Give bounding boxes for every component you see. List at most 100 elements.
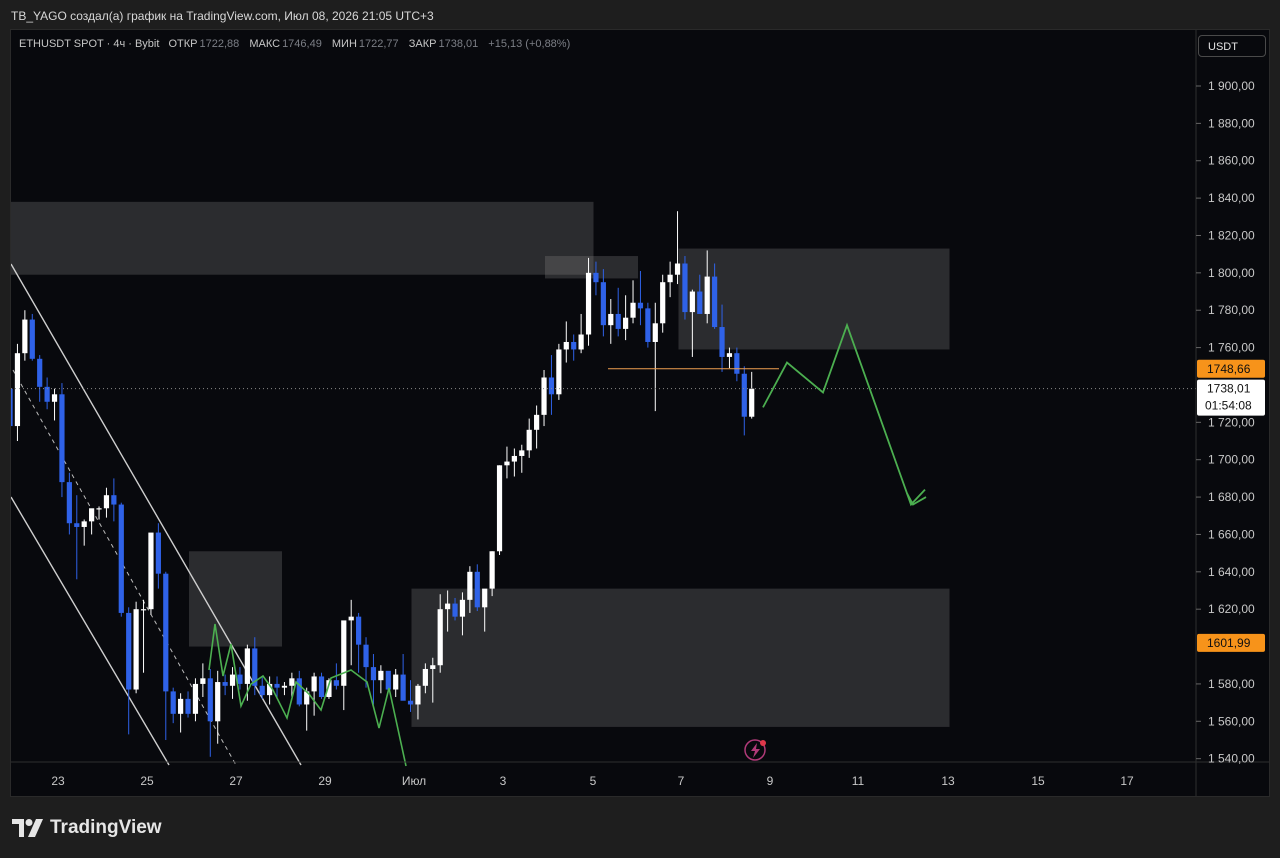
candle-body[interactable] [140,609,147,611]
candle-body[interactable] [259,685,265,696]
candle-body[interactable] [378,670,384,681]
candle-body[interactable] [281,685,288,688]
candle-body[interactable] [356,616,362,645]
candle-body[interactable] [697,291,703,314]
candle-body[interactable] [660,282,666,324]
zone-rect-1[interactable] [189,551,282,647]
candle-body[interactable] [393,674,399,690]
candle-body[interactable] [237,674,243,684]
candle-body[interactable] [541,377,547,415]
candle-body[interactable] [593,272,599,283]
candle-body[interactable] [630,302,636,318]
candle-body[interactable] [178,698,184,714]
candle-body[interactable] [222,682,228,686]
candle-body[interactable] [385,670,391,690]
candle-body[interactable] [623,317,629,329]
candle-body[interactable] [741,373,747,417]
candle-body[interactable] [185,698,191,714]
candle-body[interactable] [563,341,569,350]
candle-body[interactable] [333,680,339,686]
candle-body[interactable] [712,276,718,328]
candle-body[interactable] [452,603,458,617]
price-chart[interactable]: 1 900,00 1 880,00 1 860,00 1 840,00 1 820,00… [11,30,1269,796]
candle-body[interactable] [422,668,428,686]
candle-body[interactable] [200,678,206,684]
candle-body[interactable] [170,691,176,714]
candle-body[interactable] [407,700,414,705]
candle-body[interactable] [652,323,658,342]
candle-body[interactable] [734,353,740,374]
candle-body[interactable] [155,532,161,574]
candle-body[interactable] [363,644,369,668]
forecast-path[interactable] [762,322,926,507]
candle-body[interactable] [682,263,688,313]
tradingview-logo[interactable]: TradingView [12,815,162,841]
candle-body[interactable] [726,353,733,357]
candle-body[interactable] [22,319,28,354]
candle-body[interactable] [96,508,102,510]
candle-body[interactable] [11,388,13,427]
candle-body[interactable] [615,313,621,329]
candle-body[interactable] [467,571,473,600]
candle-body[interactable] [445,603,451,610]
candle-body[interactable] [341,620,347,686]
candle-body[interactable] [207,678,213,722]
candle-body[interactable] [415,685,421,705]
candle-body[interactable] [600,282,606,326]
candle-body[interactable] [519,450,525,456]
candle-body[interactable] [489,551,495,589]
candle-body[interactable] [133,609,139,690]
candle-body[interactable] [504,461,510,466]
candle-body[interactable] [318,676,325,697]
candle-body[interactable] [29,319,35,359]
candle-body[interactable] [608,313,614,326]
candle-body[interactable] [59,394,65,483]
candle-body[interactable] [163,573,169,692]
candle-body[interactable] [474,571,480,608]
candle-body[interactable] [526,429,532,451]
candle-body[interactable] [534,414,540,430]
zone-rect-0[interactable] [11,201,594,275]
candle-body[interactable] [719,327,725,357]
candle-body[interactable] [51,394,58,402]
candle-body[interactable] [89,508,95,522]
candle-body[interactable] [749,388,755,417]
candle-body[interactable] [585,272,592,335]
candle-body[interactable] [126,612,132,690]
candle-body[interactable] [548,377,555,395]
candle-body[interactable] [511,455,517,462]
currency-button[interactable]: USDT [1198,35,1266,57]
candle-body[interactable] [215,682,221,722]
candle-body[interactable] [556,349,562,395]
zone-rect-3[interactable] [678,248,950,350]
zone-rect-2[interactable] [411,588,950,727]
candle-body[interactable] [637,302,644,309]
candle-body[interactable] [118,504,124,613]
candle-body[interactable] [192,683,199,714]
candle-body[interactable] [645,308,651,342]
candle-body[interactable] [667,274,673,283]
candle-body[interactable] [704,276,710,314]
candle-body[interactable] [311,676,317,692]
candle-body[interactable] [74,523,80,527]
candle-body[interactable] [571,341,577,350]
candle-body[interactable] [482,588,488,608]
candle-body[interactable] [400,674,406,701]
candle-body[interactable] [348,616,354,621]
candle-body[interactable] [296,678,302,705]
candle-body[interactable] [37,358,43,387]
chart-area[interactable]: 1 900,00 1 880,00 1 860,00 1 840,00 1 820,00… [10,29,1270,797]
channel-upper-line[interactable] [11,263,302,766]
candle-body[interactable] [14,353,21,427]
candle-body[interactable] [111,495,117,505]
candle-body[interactable] [274,683,280,688]
zone-rect-4[interactable] [545,256,638,279]
candle-body[interactable] [496,465,503,552]
candle-body[interactable] [244,648,250,684]
candle-body[interactable] [66,482,72,524]
candle-body[interactable] [430,665,436,669]
candle-body[interactable] [674,263,681,275]
candle-body[interactable] [103,495,110,509]
channel-lower-line[interactable] [11,496,170,766]
candle-body[interactable] [370,667,377,681]
